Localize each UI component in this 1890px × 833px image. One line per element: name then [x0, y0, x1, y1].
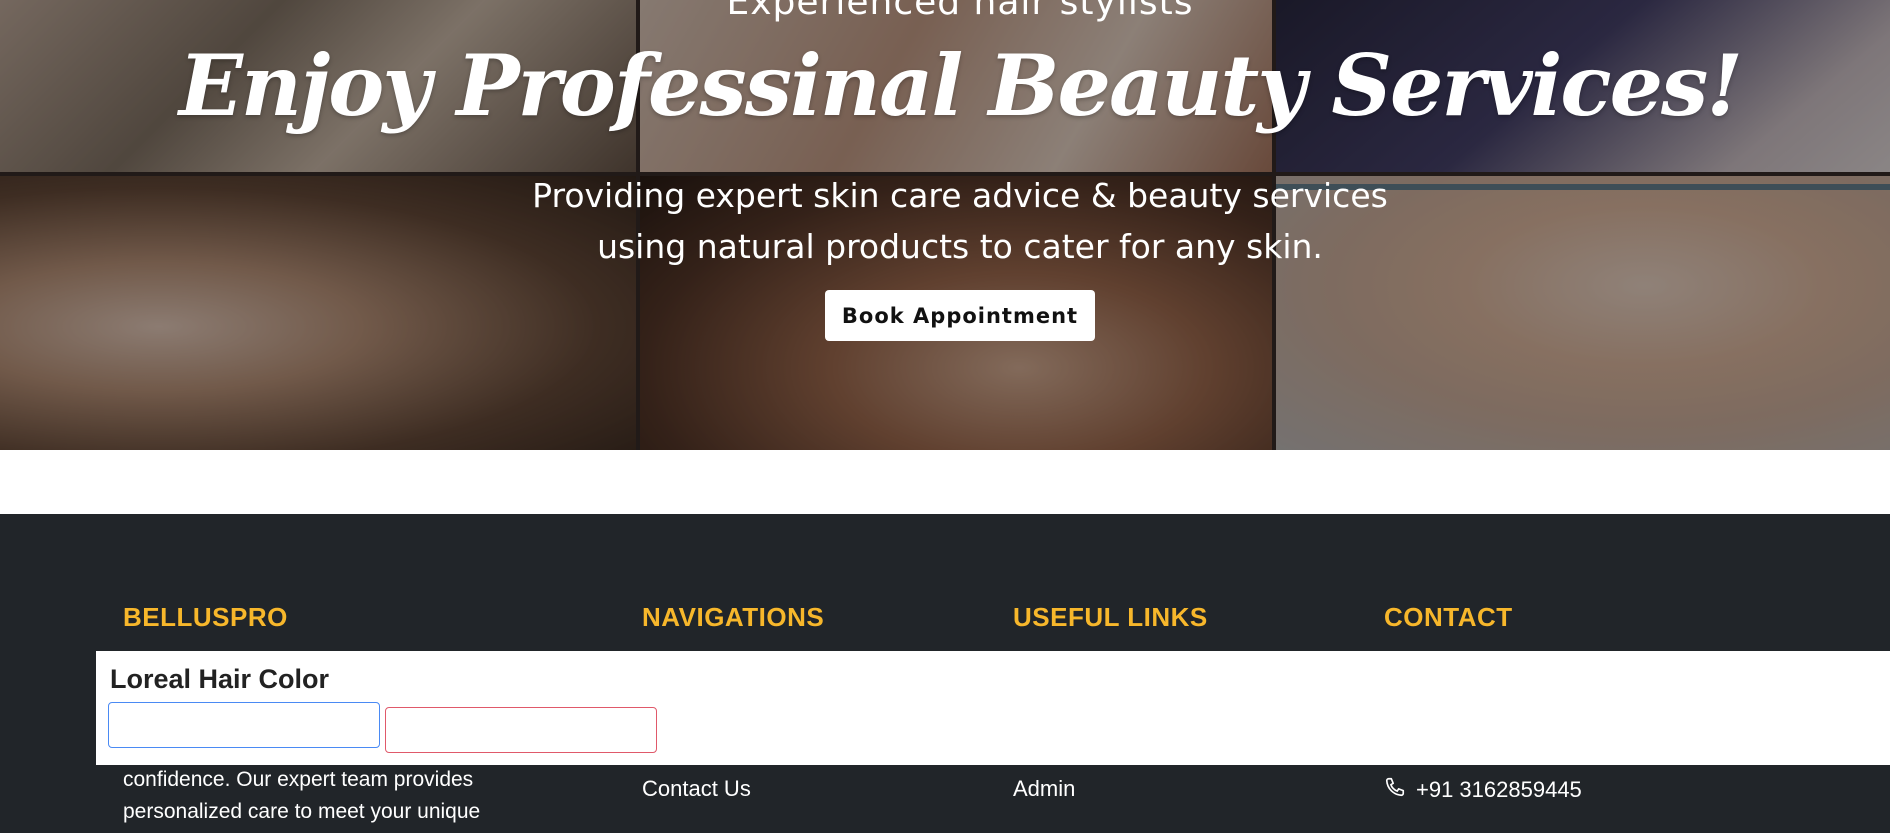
footer-about-line-2: personalized care to meet your unique: [123, 800, 481, 823]
product-edit-panel: Loreal Hair Color: [96, 651, 1890, 765]
footer-heading-useful-links: USEFUL LINKS: [1013, 602, 1208, 632]
footer-phone-number: +91 3162859445: [1416, 777, 1582, 802]
footer-about-line-1: confidence. Our expert team provides: [123, 768, 474, 791]
book-appointment-button[interactable]: Book Appointment: [825, 290, 1095, 341]
hero-title: Enjoy Professinal Beauty Services!: [178, 36, 1743, 135]
product-input-secondary[interactable]: [385, 707, 657, 753]
hero-banner: Experienced hair stylists Enjoy Professi…: [0, 0, 1890, 450]
product-title: Loreal Hair Color: [110, 664, 330, 694]
footer-heading-navigations: NAVIGATIONS: [642, 602, 825, 632]
footer-link-admin[interactable]: Admin: [1013, 776, 1075, 802]
hero-subtitle-line-2: using natural products to cater for any …: [597, 227, 1323, 266]
hero-tagline: Experienced hair stylists: [726, 0, 1194, 23]
phone-icon: [1384, 776, 1406, 804]
footer-about-text: confidence. Our expert team provides per…: [123, 764, 543, 828]
hero-subtitle-line-1: Providing expert skin care advice & beau…: [532, 176, 1388, 215]
product-input-primary[interactable]: [108, 702, 380, 748]
footer-link-contact-us[interactable]: Contact Us: [642, 776, 751, 802]
footer-heading-brand: BELLUSPRO: [123, 602, 288, 632]
footer-phone: +91 3162859445: [1384, 776, 1582, 804]
hero-subtitle: Providing expert skin care advice & beau…: [0, 170, 1890, 272]
footer-heading-contact: CONTACT: [1384, 602, 1513, 632]
